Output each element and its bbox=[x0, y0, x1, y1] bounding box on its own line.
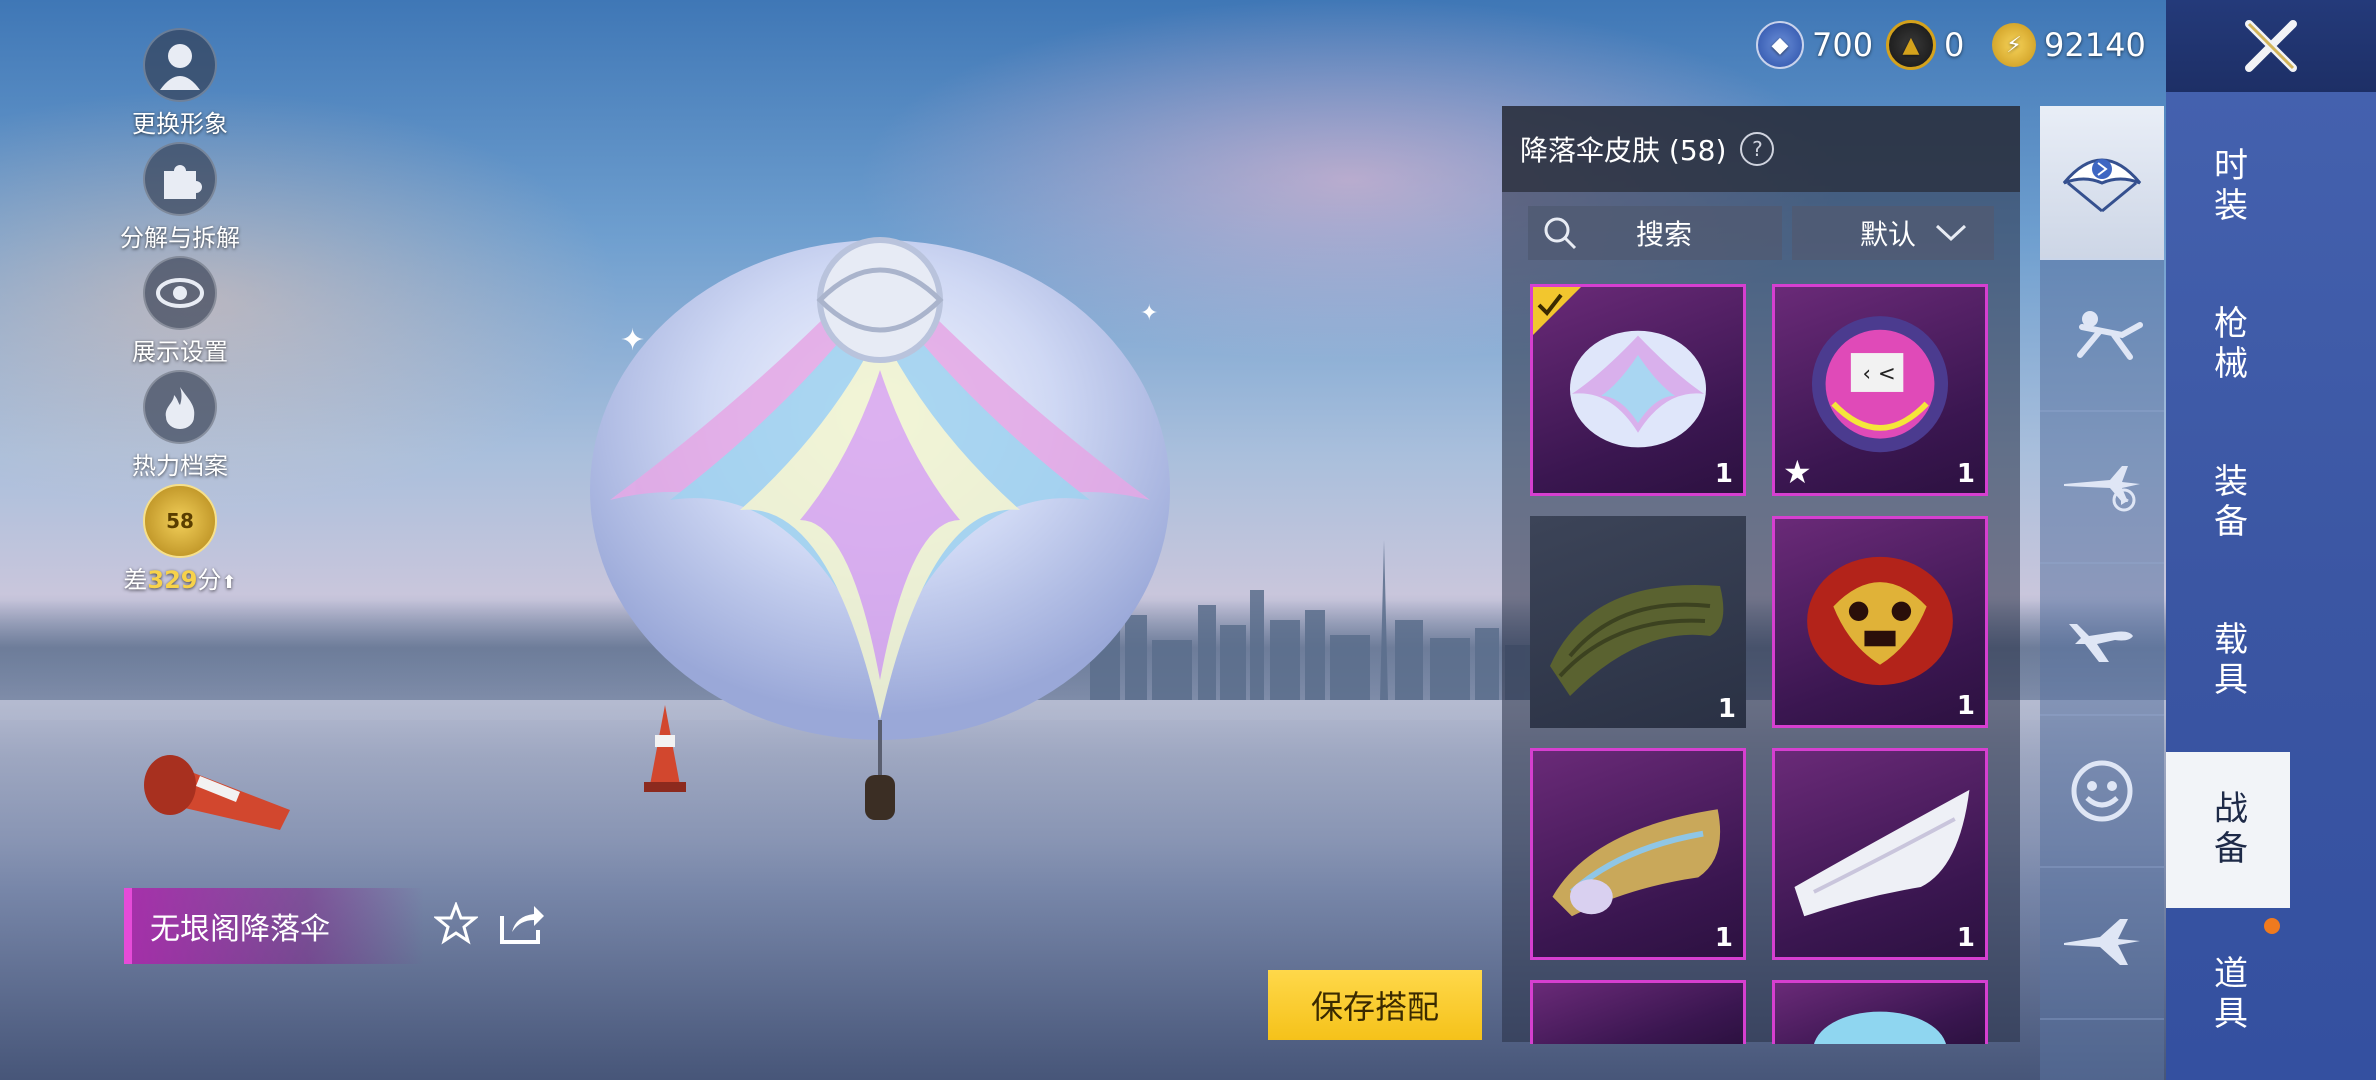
item-quantity: 1 bbox=[1956, 923, 1975, 953]
rank-level: 58 bbox=[166, 509, 194, 533]
skydiver-icon bbox=[2077, 311, 2143, 360]
glider-icon bbox=[2064, 919, 2140, 965]
rank-suffix: 分 bbox=[197, 566, 222, 594]
item-name: 无垠阁降落伞 bbox=[150, 912, 330, 947]
change-avatar-label: 更换形象 bbox=[132, 110, 228, 138]
rank-badge-icon: 58 bbox=[143, 484, 217, 558]
rank-progress-label: 差329分⬆ bbox=[100, 560, 260, 595]
skin-item-graffiti[interactable]: ‹ < ★ 1 bbox=[1772, 284, 1988, 496]
sort-label: 默认 bbox=[1860, 218, 1917, 251]
help-icon[interactable]: ? bbox=[1740, 132, 1775, 166]
heat-profile-label: 热力档案 bbox=[132, 452, 228, 480]
traffic-cone-fallen bbox=[144, 755, 290, 830]
item-quantity: 1 bbox=[1714, 923, 1733, 953]
bp-icon: ⚡ bbox=[1992, 23, 2036, 67]
item-quantity: 1 bbox=[1714, 459, 1733, 489]
favorite-star-icon: ★ bbox=[1783, 453, 1812, 491]
rank-button[interactable]: 58 差329分⬆ bbox=[100, 484, 260, 595]
category-emote[interactable] bbox=[2040, 716, 2164, 868]
tab-combat-gear[interactable]: 战备 bbox=[2166, 752, 2290, 908]
eye-icon bbox=[143, 256, 217, 330]
svg-text:✦: ✦ bbox=[620, 323, 645, 358]
plane-camera-icon bbox=[2064, 466, 2140, 512]
item-quantity: 1 bbox=[1956, 691, 1975, 721]
skin-item-red-mask[interactable]: 1 bbox=[1772, 516, 1988, 728]
tab-props[interactable]: 道具 bbox=[2166, 920, 2290, 1070]
display-settings-label: 展示设置 bbox=[132, 338, 228, 366]
parachute-skins-header: 降落伞皮肤 (58) ? bbox=[1502, 106, 2020, 192]
decompose-button[interactable]: 分解与拆解 bbox=[100, 142, 260, 253]
close-button[interactable] bbox=[2166, 0, 2376, 92]
svg-text:✦: ✦ bbox=[1140, 301, 1158, 326]
category-skydiver[interactable] bbox=[2040, 260, 2164, 412]
uc-currency[interactable]: ◆ 700 bbox=[1756, 20, 1873, 70]
uc-value: 700 bbox=[1812, 26, 1874, 64]
bp-value: 92140 bbox=[2044, 26, 2146, 64]
tab-equipment[interactable]: 装备 bbox=[2166, 428, 2290, 578]
favorite-star-outline-icon[interactable] bbox=[434, 902, 478, 946]
category-airplane[interactable] bbox=[2040, 564, 2164, 716]
change-avatar-button[interactable]: 更换形象 bbox=[100, 28, 260, 139]
airplane-icon bbox=[2069, 624, 2133, 662]
tab-weapons[interactable]: 枪械 bbox=[2166, 270, 2290, 420]
category-glider[interactable] bbox=[2040, 868, 2164, 1020]
search-label: 搜索 bbox=[1636, 218, 1693, 251]
svg-text:‹ <: ‹ < bbox=[1863, 361, 1896, 386]
arrow-up-icon: ⬆ bbox=[221, 572, 237, 593]
category-parachute[interactable] bbox=[2040, 106, 2164, 260]
search-icon bbox=[1544, 217, 1577, 250]
tab-outfit[interactable]: 时装 bbox=[2166, 112, 2290, 262]
ag-icon: ▲ bbox=[1886, 20, 1936, 70]
red-mask-parachute-icon bbox=[1807, 556, 1953, 686]
category-plane-camera[interactable] bbox=[2040, 412, 2164, 564]
partial-parachute-icon bbox=[1814, 1011, 1946, 1044]
item-quantity: 1 bbox=[1956, 459, 1975, 489]
olive-parachute-icon bbox=[1550, 585, 1724, 696]
decompose-label: 分解与拆解 bbox=[120, 224, 240, 252]
save-outfit-button[interactable]: 保存搭配 bbox=[1268, 970, 1482, 1040]
rank-prefix: 差 bbox=[123, 566, 148, 594]
share-icon[interactable] bbox=[498, 902, 546, 946]
parachute-icon bbox=[2062, 158, 2142, 213]
bp-currency[interactable]: ⚡ 92140 bbox=[1992, 20, 2146, 70]
white-wing-parachute-icon bbox=[1794, 789, 1970, 917]
heat-profile-button[interactable]: 热力档案 bbox=[100, 370, 260, 481]
display-settings-button[interactable]: 展示设置 bbox=[100, 256, 260, 367]
emote-icon bbox=[2071, 760, 2133, 822]
equipped-check-icon bbox=[1533, 287, 1581, 335]
skin-item-gold-wing[interactable]: 1 bbox=[1530, 748, 1746, 960]
skin-item-partial-2[interactable] bbox=[1772, 980, 1988, 1044]
skin-item-lotus[interactable]: 1 bbox=[1530, 284, 1746, 496]
ag-currency[interactable]: ▲ 0 bbox=[1886, 20, 1964, 70]
uc-icon: ◆ bbox=[1756, 21, 1804, 69]
item-name-bar: 无垠阁降落伞 bbox=[124, 888, 424, 964]
chevron-down-icon bbox=[1935, 224, 1967, 242]
sort-dropdown[interactable]: 默认 bbox=[1792, 206, 1994, 260]
ag-value: 0 bbox=[1944, 26, 1965, 64]
skin-item-olive[interactable]: 1 bbox=[1530, 516, 1746, 728]
tab-vehicles[interactable]: 载具 bbox=[2166, 586, 2290, 736]
panel-title: 降落伞皮肤 (58) bbox=[1520, 134, 1727, 167]
parachute-model-preview: ✦ ✦ bbox=[590, 237, 1170, 820]
item-quantity: 1 bbox=[1717, 694, 1736, 724]
skin-item-partial-1[interactable] bbox=[1530, 980, 1746, 1044]
rank-points: 329 bbox=[147, 566, 198, 594]
avatar-icon bbox=[143, 28, 217, 102]
close-icon bbox=[2245, 20, 2297, 72]
skin-item-white-wing[interactable]: 1 bbox=[1772, 748, 1988, 960]
search-input[interactable]: 搜索 bbox=[1528, 206, 1782, 260]
flame-icon bbox=[143, 370, 217, 444]
gold-wing-parachute-icon bbox=[1552, 809, 1721, 917]
puzzle-icon bbox=[143, 142, 217, 216]
